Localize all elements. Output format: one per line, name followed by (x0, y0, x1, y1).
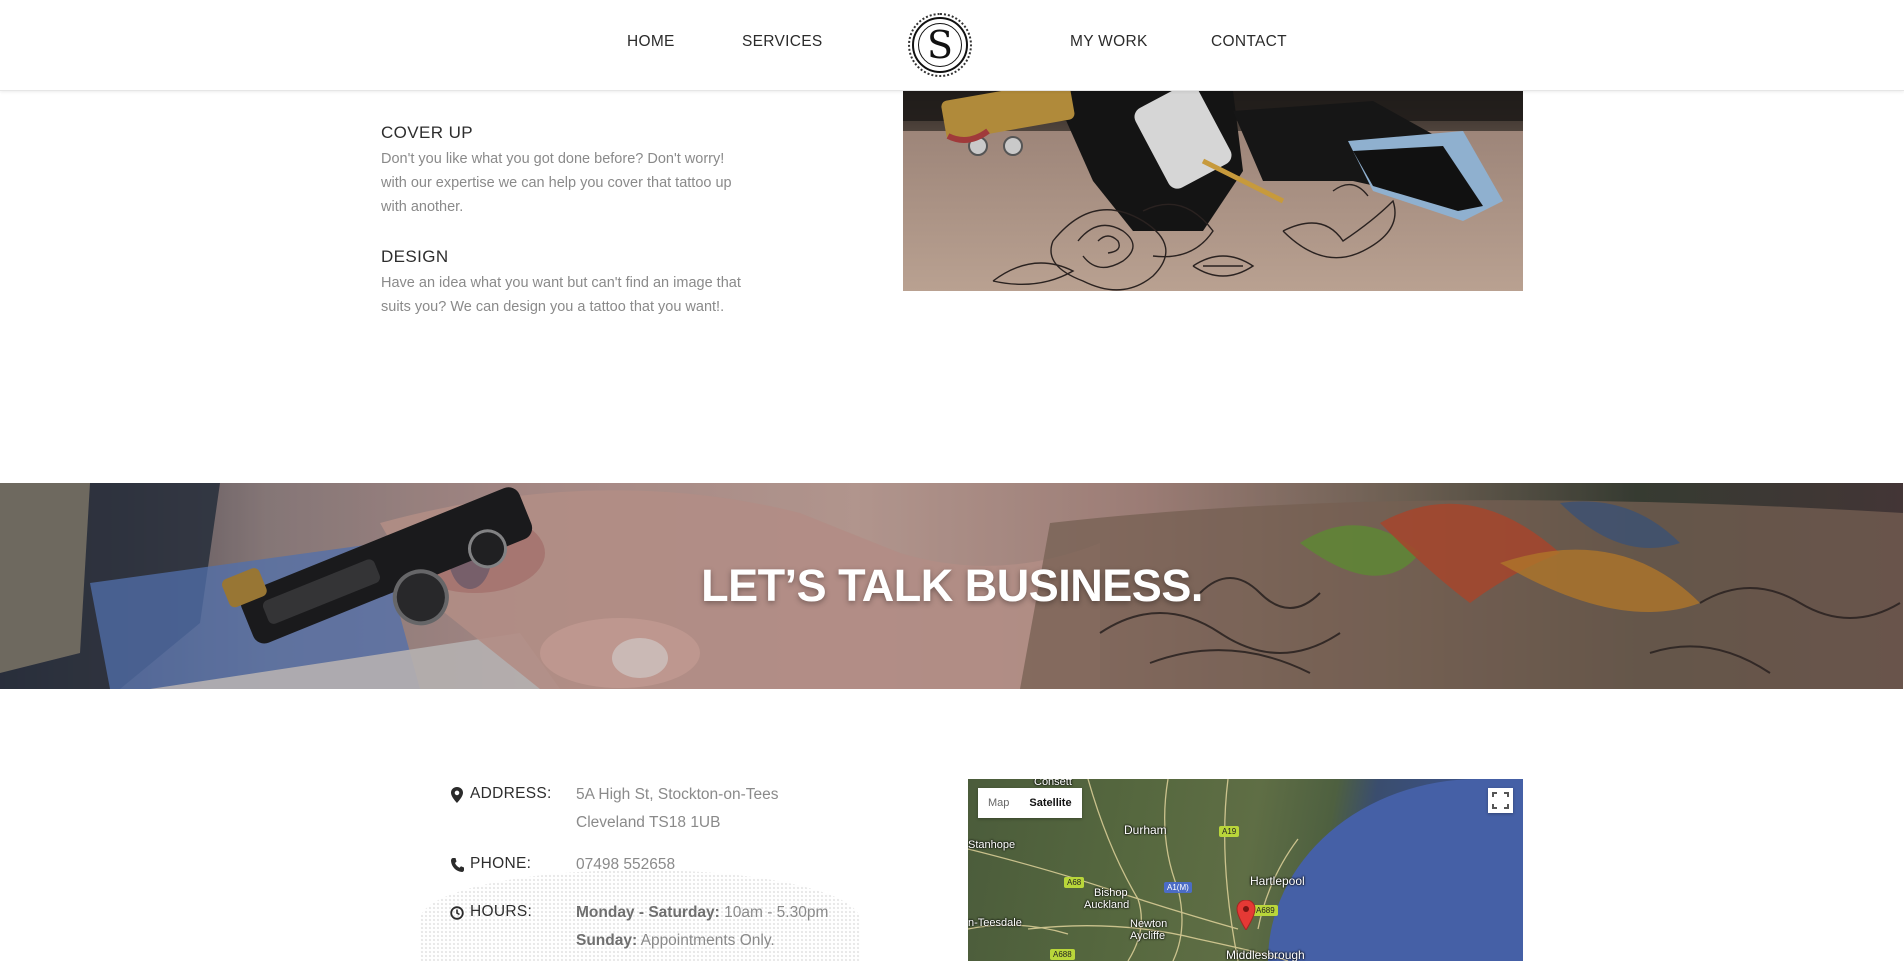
hours-sunday-line: Sunday: Appointments Only. (576, 927, 828, 955)
nav-contact-link[interactable]: CONTACT (1211, 33, 1287, 51)
nav-services-link[interactable]: SERVICES (742, 33, 823, 51)
address-line-2: Cleveland TS18 1UB (576, 814, 721, 831)
phone-icon (451, 858, 464, 872)
service-description-design: Have an idea what you want but can't fin… (381, 275, 741, 315)
site-logo[interactable]: S (908, 13, 972, 77)
hours-sunday-value: Appointments Only. (637, 932, 775, 949)
hours-weekday-line: Monday - Saturday: 10am - 5.30pm (576, 899, 828, 927)
contact-hours-row: HOURS: Monday - Saturday: 10am - 5.30pm … (450, 903, 828, 955)
hours-weekday-label: Monday - Saturday: (576, 904, 720, 921)
service-title-cover-up: COVER UP (381, 123, 473, 142)
hours-weekday-value: 10am - 5.30pm (719, 904, 829, 921)
site-header: HOME SERVICES S MY WORK CONTACT (0, 0, 1904, 91)
map-label-hartlepool: Hartlepool (1250, 874, 1305, 888)
road-badge-a1m: A1(M) (1164, 882, 1192, 893)
service-description-cover-up: Don't you like what you got done before?… (381, 151, 732, 215)
map-marker-icon[interactable] (1236, 900, 1256, 930)
map-view-button[interactable]: Map (978, 788, 1019, 818)
map-label-aycliffe: Aycliffe (1130, 930, 1166, 942)
address-line-1: 5A High St, Stockton-on-Tees (576, 786, 779, 803)
location-map[interactable]: Map Satellite Consett Durham Stanhope Ha… (968, 779, 1523, 961)
map-label-bishop: Bishop (1094, 887, 1128, 899)
map-label-consett: Consett (1034, 779, 1072, 788)
banner-title: LET’S TALK BUSINESS. (701, 560, 1203, 611)
tattooing-illustration (903, 91, 1523, 291)
road-badge-a689: A689 (1253, 905, 1278, 916)
address-label: ADDRESS: (470, 785, 552, 802)
road-badge-a19: A19 (1219, 826, 1240, 837)
map-type-toggle: Map Satellite (978, 788, 1082, 818)
map-label-durham: Durham (1124, 823, 1167, 837)
fullscreen-icon (1492, 792, 1509, 809)
clock-icon (450, 906, 464, 920)
map-label-middlesbrough: Middlesbrough (1226, 948, 1305, 961)
contact-phone-row: PHONE: 07498 552658 (450, 855, 675, 879)
fullscreen-button[interactable] (1488, 788, 1513, 813)
phone-value[interactable]: 07498 552658 (576, 851, 675, 879)
map-label-auckland: Auckland (1084, 899, 1130, 911)
satellite-view-button[interactable]: Satellite (1019, 788, 1081, 818)
logo-letter: S (918, 23, 962, 67)
tattooing-photo (903, 91, 1523, 291)
contact-address-row: ADDRESS: 5A High St, Stockton-on-Tees Cl… (450, 785, 778, 837)
nav-my-work-link[interactable]: MY WORK (1070, 33, 1148, 51)
nav-home-link[interactable]: HOME (627, 33, 675, 51)
map-label-stanhope: Stanhope (968, 839, 1016, 851)
address-value: 5A High St, Stockton-on-Tees Cleveland T… (576, 781, 778, 837)
location-pin-icon (451, 787, 463, 803)
map-label-newton: Newton (1130, 918, 1168, 930)
phone-label: PHONE: (470, 855, 532, 872)
lets-talk-banner: LET’S TALK BUSINESS. (0, 483, 1903, 689)
road-badge-a68: A68 (1064, 877, 1085, 888)
road-badge-a688: A688 (1050, 949, 1075, 960)
hours-sunday-label: Sunday: (576, 932, 638, 949)
service-title-design: DESIGN (381, 247, 449, 266)
hours-label: HOURS: (470, 903, 533, 920)
map-label-teesdale: n-Teesdale (968, 917, 1022, 929)
hours-value: Monday - Saturday: 10am - 5.30pm Sunday:… (576, 899, 828, 955)
